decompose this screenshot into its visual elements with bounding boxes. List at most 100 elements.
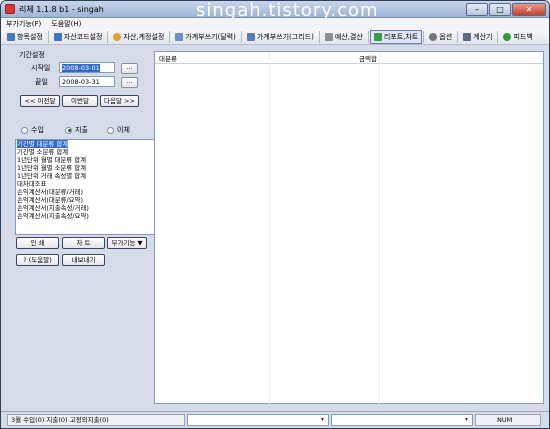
list-item-label: 기간별 소분류 합계 xyxy=(17,148,69,156)
toolbar-separator xyxy=(367,30,369,43)
toolbar-item-ledger-calendar[interactable]: 가계부쓰기(달력) xyxy=(171,30,240,44)
feedback-icon xyxy=(503,32,512,41)
radio-label: 이체 xyxy=(117,126,130,134)
end-date-field[interactable]: 2008-03-31 xyxy=(59,76,115,87)
prev-month-button[interactable]: << 이전달 xyxy=(20,95,60,107)
report-options-panel: 기간설정 시작일 2008-03-01 ... 끝일 2008-03-31 ..… xyxy=(7,48,155,403)
list-item[interactable]: 기간별 대분류 합계 xyxy=(16,140,154,148)
start-date-field[interactable]: 2008-03-01 xyxy=(59,62,115,73)
toolbar-separator xyxy=(47,30,49,43)
transaction-type-radio-group: 수입 지출 이체 xyxy=(15,125,145,137)
list-item[interactable]: 손익계산서(대분류/요약) xyxy=(16,196,154,204)
chart-icon xyxy=(373,32,382,41)
minimize-button[interactable]: – xyxy=(466,3,488,16)
toolbar-item-report-chart[interactable]: 리포트,차트 xyxy=(369,29,423,44)
list-item-label: 1년단위 월별 대분류 합계 xyxy=(17,156,86,164)
toolbar-item-options[interactable]: 옵션 xyxy=(425,30,456,44)
list-item[interactable]: 1년단위 거래 속성별 합계 xyxy=(16,172,154,180)
title-bar[interactable]: 리체 1.1.8 b1 - singah singah.tistory.com … xyxy=(1,1,549,21)
report-grid[interactable]: 대분류 금액합 xyxy=(154,51,544,404)
list-item[interactable]: 1년단위 월별 소분류 합계 xyxy=(16,164,154,172)
radio-dot-selected xyxy=(65,126,72,134)
toolbar-label: 항목설정 xyxy=(17,32,43,41)
toolbar-label: 가계부쓰기(그리드) xyxy=(256,32,314,41)
gear-icon xyxy=(429,32,438,41)
maximize-button[interactable]: □ xyxy=(489,3,511,16)
help-button[interactable]: ? (도움말) xyxy=(16,254,59,266)
toolbar-separator xyxy=(497,30,499,43)
start-date-value: 2008-03-01 xyxy=(62,64,100,72)
status-filter-combo-2[interactable]: ▾ xyxy=(331,414,473,426)
toolbar-item-budget[interactable]: 예산,결산 xyxy=(321,30,367,44)
toolbar-item-calculator[interactable]: 계산기 xyxy=(459,30,496,44)
menu-help[interactable]: 도움말(H) xyxy=(46,18,86,29)
extra-functions-button[interactable]: 부가기능 ▼ xyxy=(107,237,147,249)
num-lock-label: NUM xyxy=(497,416,513,424)
toolbar-separator xyxy=(240,30,242,43)
status-summary: 3월 수입(0) 지출(0) 고정외지출(0) xyxy=(7,414,185,426)
toolbar-item-settings[interactable]: 항목설정 xyxy=(3,30,47,44)
column-header-amount[interactable]: 금액합 xyxy=(359,53,377,63)
list-item[interactable]: 손익계산서(지출속성/요약) xyxy=(16,212,154,220)
radio-dot xyxy=(107,126,114,134)
list-item-label: 손익계산서(지출속성/요약) xyxy=(17,212,89,220)
next-month-button[interactable]: 다음달 >> xyxy=(100,95,139,107)
toolbar-label: 피드백 xyxy=(513,32,533,41)
app-window: 리체 1.1.8 b1 - singah singah.tistory.com … xyxy=(0,0,550,429)
menu-extra-functions[interactable]: 부가기능(F) xyxy=(1,18,46,29)
status-bar: 3월 수입(0) 지출(0) 고정외지출(0) ▾ ▾ NUM xyxy=(1,411,549,428)
toolbar-item-feedback[interactable]: 피드백 xyxy=(499,30,536,44)
chevron-down-icon: ▾ xyxy=(320,416,324,423)
list-item-label: 손익계산서(대분류/거래) xyxy=(17,188,83,196)
radio-expense[interactable]: 지출 xyxy=(65,125,88,135)
list-item-label: 기간별 대분류 합계 xyxy=(17,140,69,148)
column-header-category[interactable]: 대분류 xyxy=(159,53,177,63)
toolbar-label: 자산,계정설정 xyxy=(123,32,165,41)
list-item[interactable]: 기간별 소분류 합계 xyxy=(16,148,154,156)
radio-label: 지출 xyxy=(75,126,88,134)
end-date-picker-button[interactable]: ... xyxy=(121,77,138,88)
list-item[interactable]: 손익계산서(대분류/거래) xyxy=(16,188,154,196)
calculator-icon xyxy=(463,32,472,41)
export-button[interactable]: 내보내기 xyxy=(62,254,105,266)
app-icon xyxy=(5,4,15,14)
toolbar-item-accounts[interactable]: 자산,계정설정 xyxy=(109,30,168,44)
grid-column-divider xyxy=(269,52,270,404)
toolbar-label: 자산코드설정 xyxy=(63,32,103,41)
grid-header: 대분류 금액합 xyxy=(155,52,543,64)
toolbar-separator xyxy=(423,30,425,43)
this-month-button[interactable]: 이번달 xyxy=(62,95,98,107)
toolbar-label: 가계부쓰기(달력) xyxy=(185,32,236,41)
radio-transfer[interactable]: 이체 xyxy=(107,125,130,135)
start-date-picker-button[interactable]: ... xyxy=(121,63,138,74)
person-icon xyxy=(113,32,122,41)
list-item-label: 손익계산서(지출속성/거래) xyxy=(17,204,89,212)
toolbar-separator xyxy=(107,30,109,43)
toolbar-item-ledger-grid[interactable]: 가계부쓰기(그리드) xyxy=(243,30,318,44)
toolbar-separator xyxy=(318,30,320,43)
list-icon xyxy=(7,32,15,41)
start-date-label: 시작일 xyxy=(31,64,51,72)
radio-income[interactable]: 수입 xyxy=(21,125,44,135)
status-filter-combo[interactable]: ▾ xyxy=(187,414,329,426)
list-item[interactable]: 대차대조표 xyxy=(16,180,154,188)
toolbar-label: 리포트,차트 xyxy=(383,32,419,41)
toolbar-separator xyxy=(169,30,171,43)
main-toolbar: 항목설정 자산코드설정 자산,계정설정 가계부쓰기(달력) 가계부쓰기(그리드)… xyxy=(1,29,549,45)
end-date-label: 끝일 xyxy=(35,78,48,86)
window-title: 리체 1.1.8 b1 - singah xyxy=(19,5,104,14)
radio-label: 수입 xyxy=(31,126,44,134)
budget-icon xyxy=(324,32,333,41)
chevron-down-icon: ▾ xyxy=(464,416,468,423)
toolbar-item-asset-code[interactable]: 자산코드설정 xyxy=(50,30,107,44)
report-type-list[interactable]: 기간별 대분류 합계 기간별 소분류 합계 1년단위 월별 대분류 합계 1년단… xyxy=(15,139,155,235)
print-button[interactable]: 인 쇄 xyxy=(16,237,59,249)
list-item[interactable]: 1년단위 월별 대분류 합계 xyxy=(16,156,154,164)
list-item[interactable]: 손익계산서(지출속성/거래) xyxy=(16,204,154,212)
toolbar-label: 옵션 xyxy=(439,32,453,41)
list-item-label: 1년단위 월별 소분류 합계 xyxy=(17,164,86,172)
chart-button[interactable]: 차 트 xyxy=(62,237,105,249)
list-item-label: 손익계산서(대분류/요약) xyxy=(17,196,83,204)
radio-dot xyxy=(21,126,28,134)
close-button[interactable]: ✕ xyxy=(512,3,546,16)
